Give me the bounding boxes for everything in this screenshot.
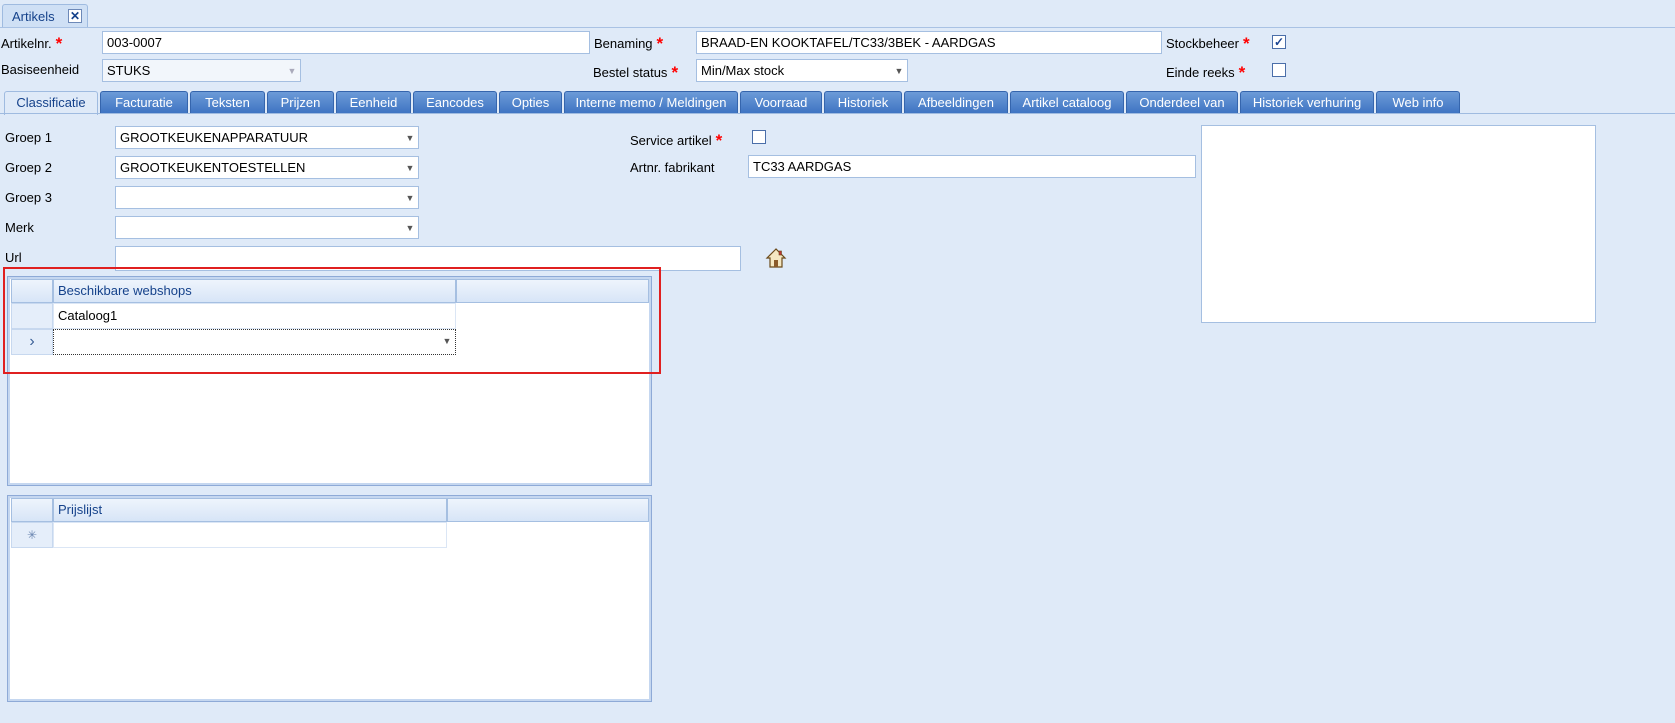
tab-historiek-verhuring[interactable]: Historiek verhuring — [1240, 91, 1374, 113]
chevron-down-icon: ▼ — [894, 66, 904, 76]
groep2-label: Groep 2 — [5, 160, 52, 175]
prijslijst-grid: Prijslijst ✳ — [7, 495, 652, 702]
tab-eancodes[interactable]: Eancodes — [413, 91, 497, 113]
tab-strip-divider — [0, 27, 1675, 28]
stockbeheer-checkbox[interactable]: ✓ — [1272, 35, 1286, 49]
required-mark: * — [656, 34, 664, 53]
tab-artikel-cataloog[interactable]: Artikel cataloog — [1010, 91, 1124, 113]
tab-content-border — [0, 113, 1675, 114]
bestel-status-label: Bestel status * — [593, 63, 679, 82]
tab-voorraad[interactable]: Voorraad — [740, 91, 822, 113]
checkmark-icon: ✓ — [1273, 35, 1285, 49]
webshops-column-header[interactable]: Beschikbare webshops — [53, 279, 456, 303]
artikelnr-field[interactable]: 003-0007 — [102, 31, 590, 54]
required-mark: * — [1243, 34, 1250, 53]
groep2-value: GROOTKEUKENTOESTELLEN — [120, 160, 306, 175]
new-row-indicator[interactable]: ✳ — [11, 522, 53, 548]
chevron-down-icon: ▼ — [405, 133, 415, 143]
row-indicator-header — [11, 279, 53, 303]
tab-historiek[interactable]: Historiek — [824, 91, 902, 113]
merk-select[interactable]: ▼ — [115, 216, 419, 239]
service-artikel-label: Service artikel * — [630, 131, 723, 150]
stockbeheer-label: Stockbeheer * — [1166, 34, 1250, 53]
service-artikel-checkbox[interactable] — [752, 130, 766, 144]
tab-onderdeel-van[interactable]: Onderdeel van — [1126, 91, 1238, 113]
new-prijslijst-row[interactable] — [53, 522, 447, 548]
groep3-label: Groep 3 — [5, 190, 52, 205]
bestel-status-select[interactable]: Min/Max stock ▼ — [696, 59, 908, 82]
image-preview-box[interactable] — [1201, 125, 1596, 323]
basiseenheid-select[interactable]: STUKS ▼ — [102, 59, 301, 82]
empty-column-header — [447, 498, 649, 522]
chevron-down-icon: ▼ — [405, 223, 415, 233]
artnr-fabrikant-label: Artnr. fabrikant — [630, 160, 715, 175]
basiseenheid-value: STUKS — [107, 63, 151, 78]
groep2-select[interactable]: GROOTKEUKENTOESTELLEN ▼ — [115, 156, 419, 179]
required-mark: * — [671, 63, 679, 82]
url-label: Url — [5, 250, 22, 265]
einde-reeks-checkbox[interactable] — [1272, 63, 1286, 77]
tab-interne-memo[interactable]: Interne memo / Meldingen — [564, 91, 738, 113]
tab-prijzen[interactable]: Prijzen — [267, 91, 334, 113]
groep1-value: GROOTKEUKENAPPARATUUR — [120, 130, 309, 145]
chevron-down-icon: ▼ — [287, 66, 297, 76]
webshop-cell: Cataloog1 — [58, 308, 118, 323]
benaming-field[interactable]: BRAAD-EN KOOKTAFEL/TC33/3BEK - AARDGAS — [696, 31, 1162, 54]
table-row[interactable]: Cataloog1 — [53, 303, 456, 329]
new-webshop-select[interactable]: ▼ — [53, 329, 456, 355]
required-mark: * — [55, 34, 63, 53]
tab-teksten[interactable]: Teksten — [190, 91, 265, 113]
chevron-down-icon: ▼ — [405, 163, 415, 173]
artnr-fabrikant-value: TC33 AARDGAS — [753, 159, 852, 174]
required-mark: * — [715, 131, 723, 150]
close-icon[interactable]: ✕ — [68, 9, 82, 23]
chevron-down-icon: ▼ — [442, 336, 452, 346]
chevron-down-icon: ▼ — [405, 193, 415, 203]
benaming-value: BRAAD-EN KOOKTAFEL/TC33/3BEK - AARDGAS — [701, 35, 996, 50]
merk-label: Merk — [5, 220, 34, 235]
required-mark: * — [1238, 63, 1246, 82]
row-indicator[interactable] — [11, 303, 53, 329]
groep1-select[interactable]: GROOTKEUKENAPPARATUUR ▼ — [115, 126, 419, 149]
tab-afbeeldingen[interactable]: Afbeeldingen — [904, 91, 1008, 113]
groep1-label: Groep 1 — [5, 130, 52, 145]
empty-column-header — [456, 279, 649, 303]
document-tab-artikels[interactable]: Artikels ✕ — [2, 4, 88, 27]
home-icon[interactable] — [765, 247, 787, 269]
tab-opties[interactable]: Opties — [499, 91, 562, 113]
document-tab-label: Artikels — [12, 9, 55, 24]
tab-web-info[interactable]: Web info — [1376, 91, 1460, 113]
artikelnr-label: Artikelnr. * — [1, 34, 63, 53]
bestel-status-value: Min/Max stock — [701, 63, 785, 78]
basiseenheid-label: Basiseenheid — [1, 62, 80, 77]
url-field[interactable] — [115, 246, 741, 271]
prijslijst-column-header[interactable]: Prijslijst — [53, 498, 447, 522]
groep3-select[interactable]: ▼ — [115, 186, 419, 209]
artikelnr-value: 003-0007 — [107, 35, 162, 50]
einde-reeks-label: Einde reeks * — [1166, 63, 1246, 82]
webshops-grid: Beschikbare webshops Cataloog1 › ▼ — [7, 276, 652, 486]
row-indicator-header — [11, 498, 53, 522]
tab-classificatie[interactable]: Classificatie — [4, 91, 98, 115]
current-row-indicator[interactable]: › — [11, 329, 53, 355]
artnr-fabrikant-field[interactable]: TC33 AARDGAS — [748, 155, 1196, 178]
tab-facturatie[interactable]: Facturatie — [100, 91, 188, 113]
tab-eenheid[interactable]: Eenheid — [336, 91, 411, 113]
benaming-label: Benaming * — [594, 34, 664, 53]
